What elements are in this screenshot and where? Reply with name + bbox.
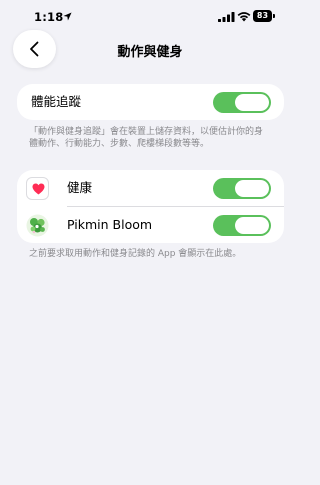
health-toggle[interactable]: [213, 178, 271, 199]
fitness-tracking-toggle[interactable]: [213, 92, 271, 113]
fitness-tracking-footnote: 「動作與健身追蹤」會在裝置上儲存資料，以便估計你的身體動作、行動能力、步數、爬樓…: [29, 127, 264, 149]
fitness-tracking-row: 體能追蹤: [17, 84, 284, 120]
app-row-pikmin-bloom: Pikmin Bloom: [17, 207, 284, 243]
pikmin-bloom-toggle[interactable]: [213, 215, 271, 236]
status-bar: 1:18 83: [0, 0, 300, 34]
toggle-knob: [235, 217, 269, 234]
health-heart-icon: [26, 177, 49, 200]
status-time: 1:18: [34, 10, 64, 24]
location-arrow-icon: [63, 12, 72, 21]
pikmin-bloom-icon: [26, 214, 49, 237]
cellular-signal-icon: [218, 12, 235, 22]
battery-icon: 83: [253, 10, 276, 22]
page-title: 動作與健身: [117, 45, 183, 60]
apps-card: 健康 Pikmin Bloom: [17, 170, 284, 243]
app-row-health: 健康: [17, 170, 284, 206]
apps-footnote: 之前要求取用動作和健身記錄的 App 會顯示在此處。: [29, 249, 242, 259]
wifi-icon: [237, 12, 251, 22]
app-name-pikmin-bloom: Pikmin Bloom: [67, 217, 153, 232]
battery-level: 83: [256, 11, 269, 20]
toggle-knob: [235, 180, 269, 197]
fitness-tracking-label: 體能追蹤: [31, 94, 82, 109]
toggle-knob: [235, 94, 269, 111]
app-name-health: 健康: [67, 180, 93, 195]
fitness-tracking-card: 體能追蹤: [17, 84, 284, 120]
